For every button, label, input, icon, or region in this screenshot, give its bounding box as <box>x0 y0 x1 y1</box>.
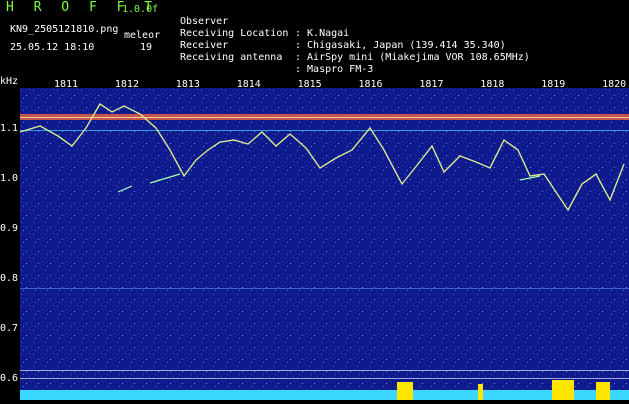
meta-value: : Chigasaki, Japan (139.414 35.340) <box>295 40 506 51</box>
carrier-line <box>20 117 629 118</box>
y-unit-label: kHz <box>0 76 19 87</box>
reference-line <box>20 288 629 289</box>
y-tick-label: 0.8 <box>0 273 19 284</box>
meta-value: : Maspro FM-3 <box>295 64 374 75</box>
spectrogram-plot <box>19 88 629 400</box>
burst-block <box>596 382 610 400</box>
baseline-strip <box>20 390 629 400</box>
y-tick-label: 0.9 <box>0 223 19 234</box>
burst-block <box>397 382 413 400</box>
y-tick-label: 0.7 <box>0 323 19 334</box>
source-count: 19 <box>140 42 153 53</box>
y-axis: 1.1 1.0 0.9 0.8 0.7 0.6 <box>0 74 20 400</box>
burst-block <box>478 384 483 400</box>
meta-value: : AirSpy mini (Miakejima VOR 108.65MHz) <box>295 52 530 63</box>
noise-field <box>20 88 629 400</box>
reference-line <box>20 130 629 131</box>
y-tick-label: 0.6 <box>0 373 19 384</box>
spectrogram-canvas <box>19 88 629 400</box>
source-label: meleor <box>124 30 161 41</box>
filename-label: KN9_2505121810.png <box>10 24 119 35</box>
reference-line <box>20 370 629 371</box>
reference-line <box>20 378 629 379</box>
app-version: 1.0.0f <box>122 4 159 15</box>
y-tick-label: 1.0 <box>0 173 19 184</box>
burst-block <box>552 380 574 400</box>
y-tick-label: 1.1 <box>0 123 19 134</box>
datetime-label: 25.05.12 18:10 <box>10 42 95 53</box>
meta-value: : K.Nagai <box>295 28 350 39</box>
meta-key: Receiving antenna <box>180 52 283 63</box>
header-panel: H R O F F T 1.0.0f KN9_2505121810.png 25… <box>0 0 629 75</box>
